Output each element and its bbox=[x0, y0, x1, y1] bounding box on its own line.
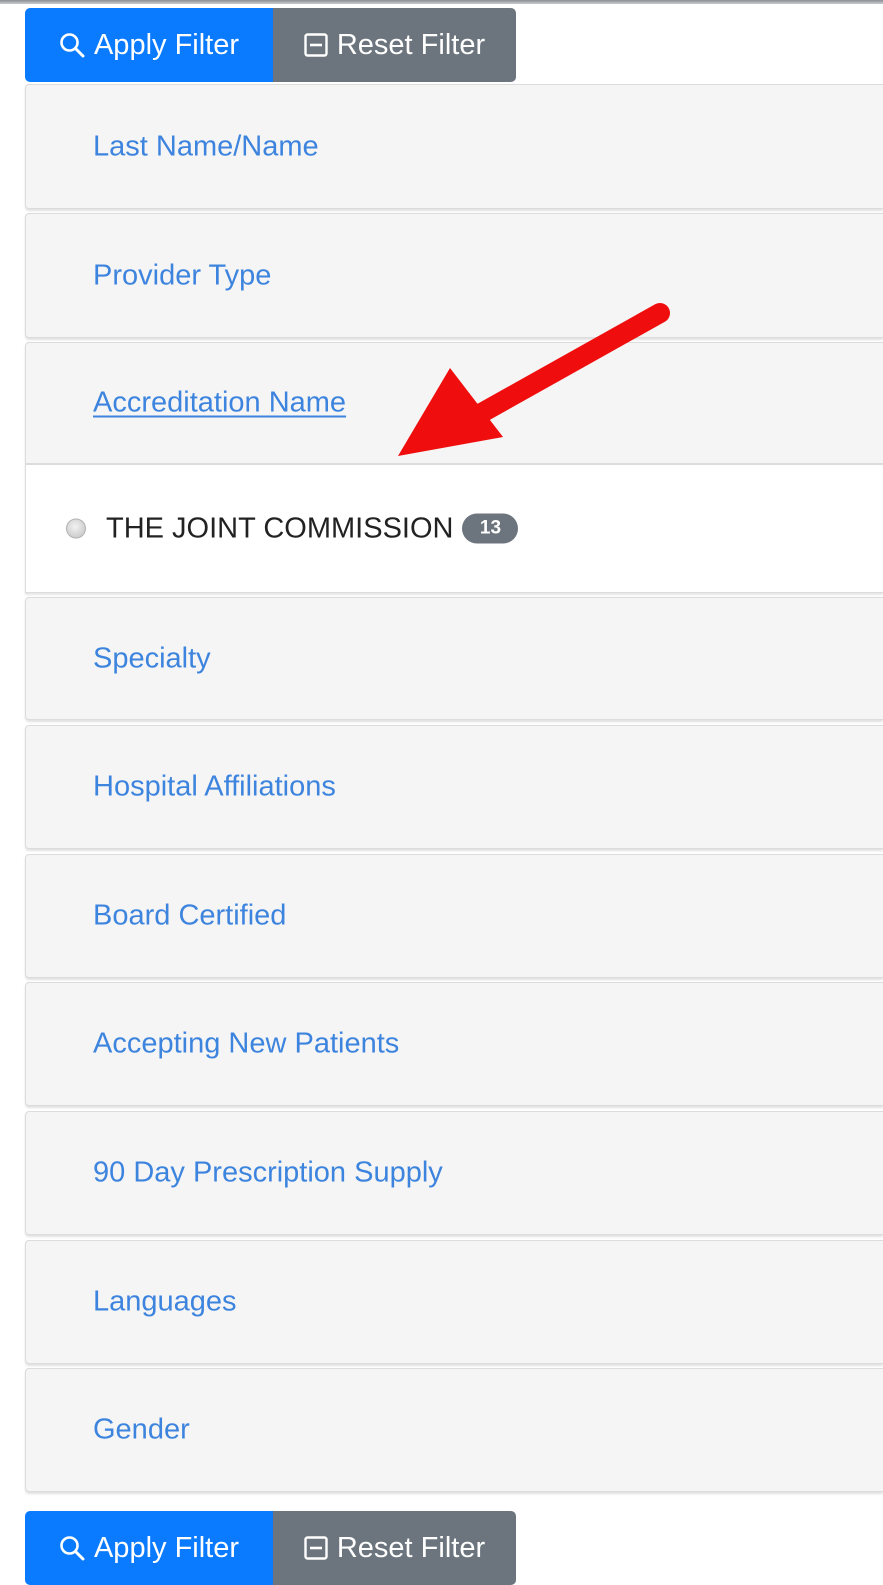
filter-page: Apply Filter Reset Filter Last Name/Name… bbox=[0, 0, 883, 1585]
reset-filter-button[interactable]: Reset Filter bbox=[273, 8, 516, 82]
search-icon bbox=[59, 1535, 85, 1561]
filter-title-90-day-supply[interactable]: 90 Day Prescription Supply bbox=[93, 1157, 443, 1190]
top-divider bbox=[0, 0, 883, 4]
count-badge: 13 bbox=[462, 513, 519, 544]
filter-title-specialty[interactable]: Specialty bbox=[93, 642, 211, 675]
reset-filter-label: Reset Filter bbox=[336, 1531, 486, 1564]
accreditation-option-label[interactable]: THE JOINT COMMISSION bbox=[106, 512, 453, 545]
minus-square-icon bbox=[304, 33, 328, 57]
search-icon bbox=[59, 32, 85, 58]
filter-toolbar-top: Apply Filter Reset Filter bbox=[25, 8, 516, 82]
filter-panel-languages: Languages bbox=[25, 1240, 883, 1364]
apply-filter-button-bottom[interactable]: Apply Filter bbox=[25, 1511, 273, 1585]
reset-filter-label: Reset Filter bbox=[336, 28, 486, 61]
filter-panel-last-name: Last Name/Name bbox=[25, 84, 883, 209]
filter-panel-provider-type: Provider Type bbox=[25, 213, 883, 338]
filter-panel-90-day-supply: 90 Day Prescription Supply bbox=[25, 1111, 883, 1235]
filter-title-hospital-affiliations[interactable]: Hospital Affiliations bbox=[93, 771, 336, 804]
apply-filter-button[interactable]: Apply Filter bbox=[25, 8, 273, 82]
filter-panel-specialty: Specialty bbox=[25, 597, 883, 720]
filter-title-accreditation[interactable]: Accreditation Name bbox=[93, 387, 346, 420]
apply-filter-label: Apply Filter bbox=[93, 1531, 240, 1564]
filter-panel-accreditation: Accreditation Name bbox=[25, 342, 883, 464]
filter-panel-hospital-affiliations: Hospital Affiliations bbox=[25, 725, 883, 849]
filter-panel-board-certified: Board Certified bbox=[25, 854, 883, 978]
filter-title-board-certified[interactable]: Board Certified bbox=[93, 900, 286, 933]
filter-title-gender[interactable]: Gender bbox=[93, 1414, 190, 1447]
filter-toolbar-bottom: Apply Filter Reset Filter bbox=[25, 1511, 516, 1585]
filter-title-accepting-new-patients[interactable]: Accepting New Patients bbox=[93, 1028, 399, 1061]
filter-title-provider-type[interactable]: Provider Type bbox=[93, 259, 271, 292]
accreditation-options: THE JOINT COMMISSION 13 bbox=[25, 464, 883, 593]
filter-panel-gender: Gender bbox=[25, 1368, 883, 1492]
radio-icon[interactable] bbox=[66, 518, 86, 539]
filter-panel-accepting-new-patients: Accepting New Patients bbox=[25, 982, 883, 1106]
filter-title-languages[interactable]: Languages bbox=[93, 1286, 237, 1319]
apply-filter-label: Apply Filter bbox=[93, 28, 240, 61]
accreditation-option: THE JOINT COMMISSION 13 bbox=[66, 512, 519, 545]
minus-square-icon bbox=[304, 1536, 328, 1560]
filter-title-last-name[interactable]: Last Name/Name bbox=[93, 130, 319, 163]
reset-filter-button-bottom[interactable]: Reset Filter bbox=[273, 1511, 516, 1585]
